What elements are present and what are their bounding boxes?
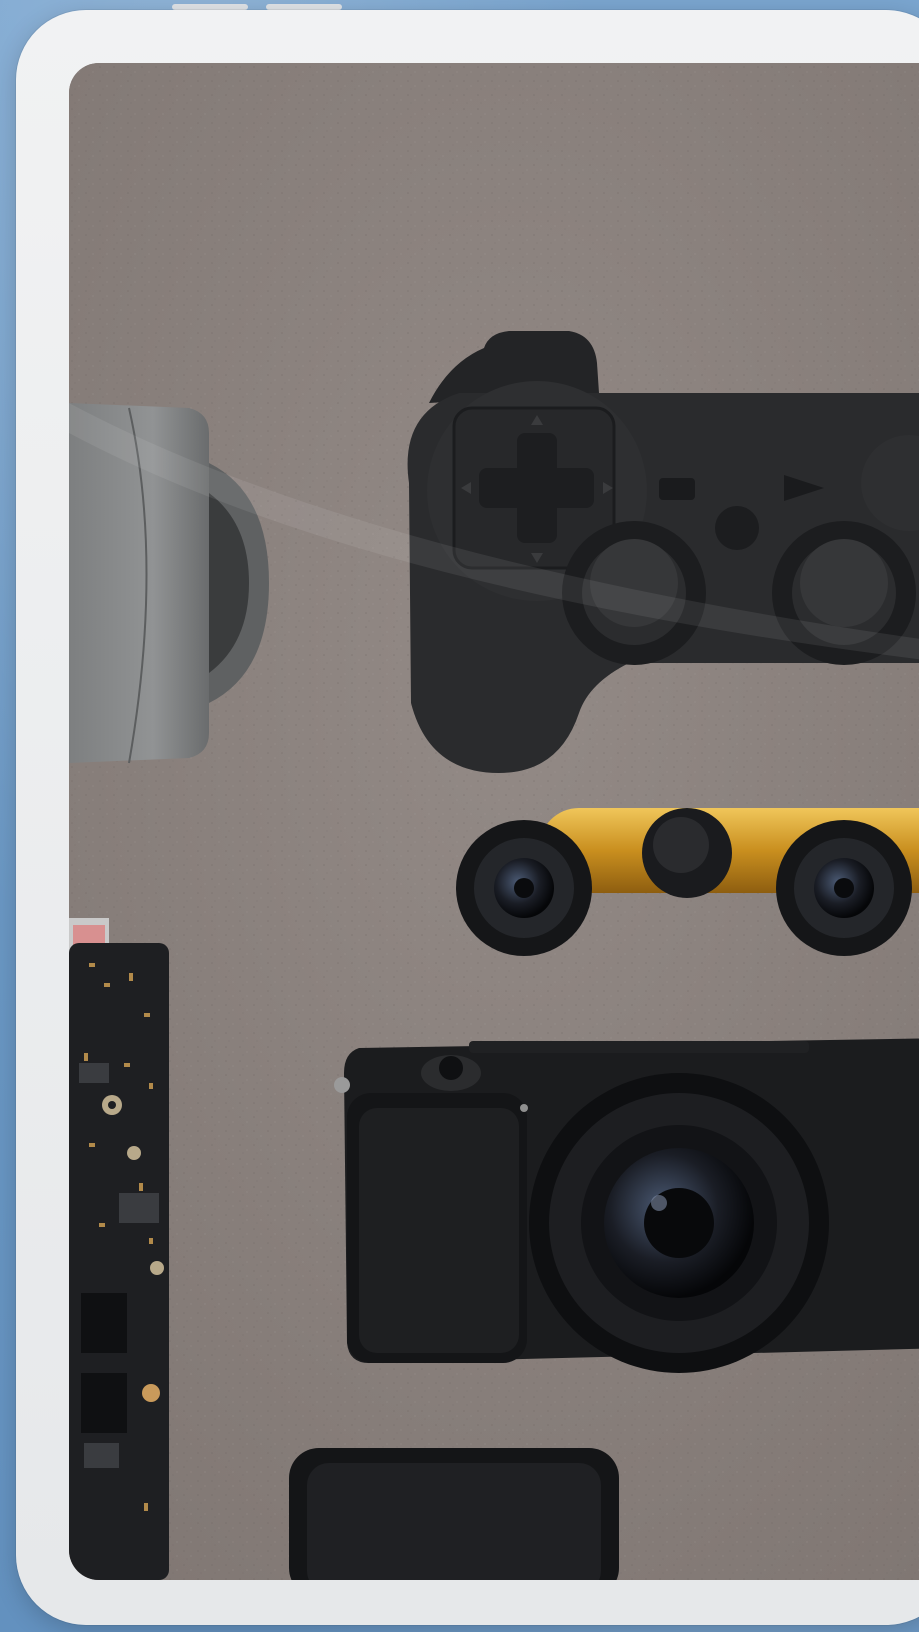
circuit-board-icon: [69, 918, 169, 1580]
ipad-mockup-scene: [0, 0, 919, 1632]
mirrorless-camera-icon: [334, 1038, 919, 1373]
tablet-screen: [69, 63, 919, 1580]
gadgets-photo: [69, 63, 919, 1580]
phone-case-icon: [289, 1448, 619, 1580]
